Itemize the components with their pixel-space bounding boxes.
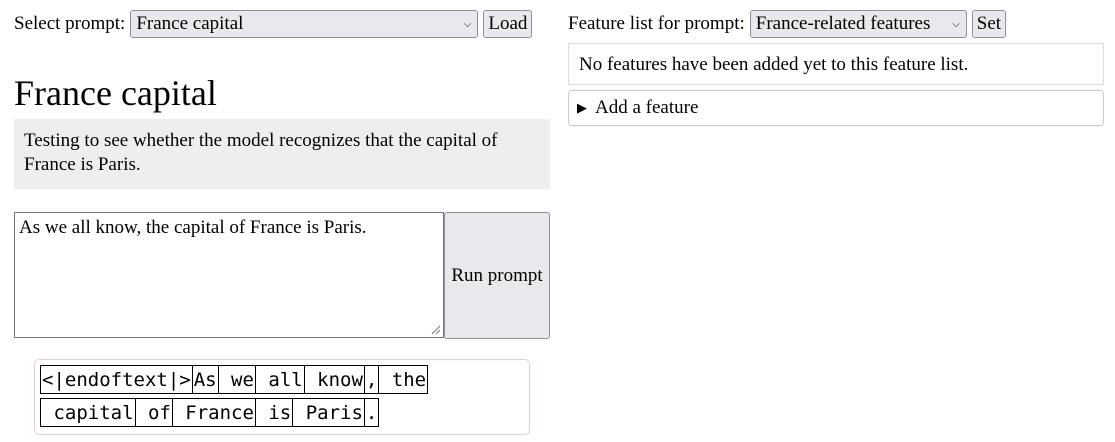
- token[interactable]: of: [135, 398, 173, 427]
- add-feature-toggle[interactable]: ▶ Add a feature: [568, 90, 1104, 126]
- prompt-description: Testing to see whether the model recogni…: [14, 119, 550, 189]
- prompt-input-text: As we all know, the capital of France is…: [19, 217, 367, 238]
- prompt-select-row: Select prompt: France capital ⌵ Load: [14, 10, 550, 38]
- token[interactable]: ,: [364, 365, 380, 394]
- select-prompt-label: Select prompt:: [14, 13, 126, 34]
- chevron-down-icon: ⌵: [463, 18, 472, 30]
- prompt-input[interactable]: As we all know, the capital of France is…: [14, 212, 444, 338]
- feature-list-label: Feature list for prompt:: [568, 13, 745, 34]
- token[interactable]: .: [364, 398, 380, 427]
- token-visualization: <|endoftext|> As we all know, the capital…: [34, 359, 530, 435]
- token[interactable]: France: [172, 398, 256, 427]
- resize-handle-icon[interactable]: [431, 325, 441, 335]
- prompt-select-value: France capital: [136, 13, 244, 34]
- token-line: <|endoftext|> As we all know, the: [40, 365, 529, 396]
- page-title: France capital: [14, 73, 217, 113]
- feature-list-select-value: France-related features: [755, 13, 931, 34]
- token[interactable]: the: [379, 365, 429, 394]
- token[interactable]: <|endoftext|>: [40, 365, 193, 394]
- run-prompt-button[interactable]: Run prompt: [444, 212, 550, 339]
- set-button[interactable]: Set: [971, 10, 1007, 38]
- feature-select-row: Feature list for prompt: France-related …: [568, 10, 1104, 38]
- token[interactable]: capital: [40, 398, 136, 427]
- add-feature-label: Add a feature: [595, 97, 699, 118]
- token[interactable]: we: [218, 365, 256, 394]
- chevron-down-icon: ⌵: [952, 18, 960, 30]
- load-button[interactable]: Load: [483, 10, 533, 38]
- feature-list-select[interactable]: France-related features ⌵: [749, 10, 967, 38]
- prompt-select[interactable]: France capital ⌵: [130, 10, 479, 38]
- token-line: capital of France is Paris.: [40, 398, 529, 429]
- feature-panel: Feature list for prompt: France-related …: [568, 10, 1104, 126]
- token[interactable]: know: [304, 365, 365, 394]
- token[interactable]: all: [255, 365, 305, 394]
- token[interactable]: As: [192, 365, 219, 394]
- empty-feature-message: No features have been added yet to this …: [568, 43, 1104, 85]
- token[interactable]: Paris: [293, 398, 365, 427]
- disclosure-triangle-icon: ▶: [577, 100, 587, 116]
- prompt-panel: Select prompt: France capital ⌵ Load Fra…: [14, 10, 550, 435]
- token[interactable]: is: [255, 398, 294, 427]
